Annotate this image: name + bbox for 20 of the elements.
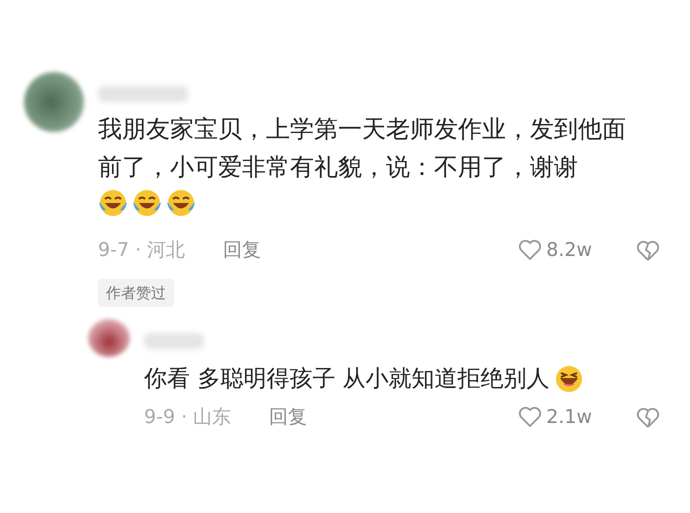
heart-icon — [518, 406, 542, 428]
avatar[interactable] — [88, 319, 130, 357]
broken-heart-icon — [636, 240, 660, 262]
blurred-username — [144, 333, 204, 349]
laughing-tears-emoji-icon — [166, 188, 196, 218]
like-button[interactable]: 2.1w — [518, 403, 592, 432]
laughing-tears-emoji-icon — [98, 188, 128, 218]
reply-button[interactable]: 回复 — [269, 403, 308, 432]
grinning-emoji-icon — [554, 364, 584, 394]
author-liked-tag: 作者赞过 — [98, 278, 174, 307]
date-location: 9-9 · 山东 — [144, 405, 232, 430]
comment-text: 你看 多聪明得孩子 从小就知道拒绝别人 — [144, 365, 550, 394]
date-location: 9-7 · 河北 — [98, 238, 186, 263]
broken-heart-icon — [636, 406, 660, 429]
avatar[interactable] — [24, 72, 84, 132]
reply-button[interactable]: 回复 — [223, 236, 262, 264]
comment-text: 我朋友家宝贝，上学第一天老师发作业，发到他面前了，小可爱非常有礼貌，说：不用了，谢谢 — [98, 114, 627, 183]
heart-icon — [518, 239, 542, 262]
like-button[interactable]: 8.2w — [518, 236, 592, 264]
laughing-tears-emoji-icon — [132, 188, 162, 218]
